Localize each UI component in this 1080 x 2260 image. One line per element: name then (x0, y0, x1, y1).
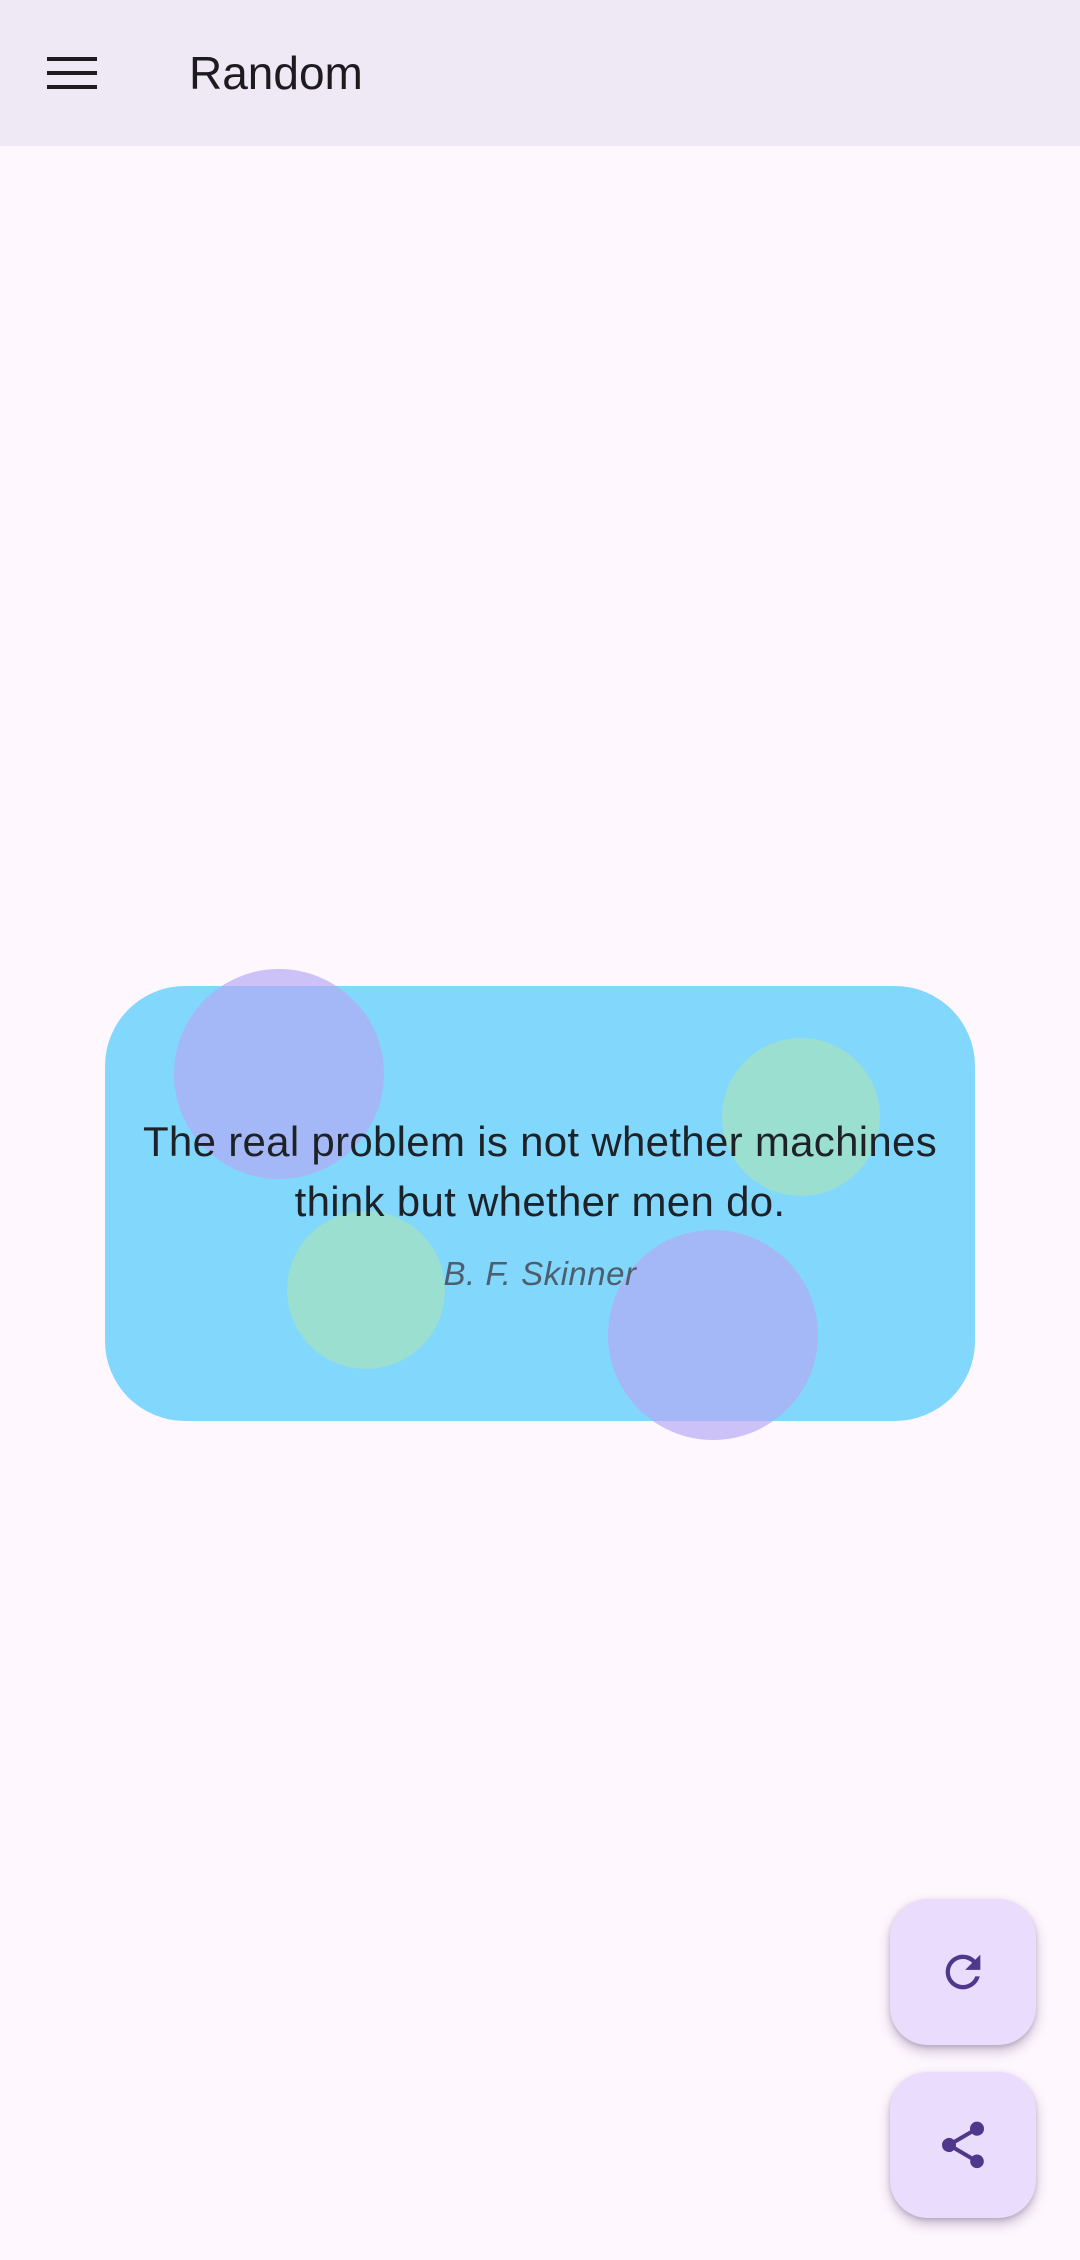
menu-button[interactable] (24, 25, 120, 121)
menu-icon (47, 55, 97, 91)
refresh-button[interactable] (890, 1899, 1036, 2045)
share-icon (935, 2117, 991, 2173)
quote-card: The real problem is not whether machines… (105, 969, 975, 1440)
refresh-icon (937, 1946, 989, 1998)
share-button[interactable] (890, 2072, 1036, 2218)
app-bar: Random (0, 0, 1080, 146)
page-title: Random (189, 47, 363, 99)
quote-author: B. F. Skinner (443, 1255, 637, 1292)
quote-text: The real problem is not whether machines… (142, 1118, 938, 1225)
